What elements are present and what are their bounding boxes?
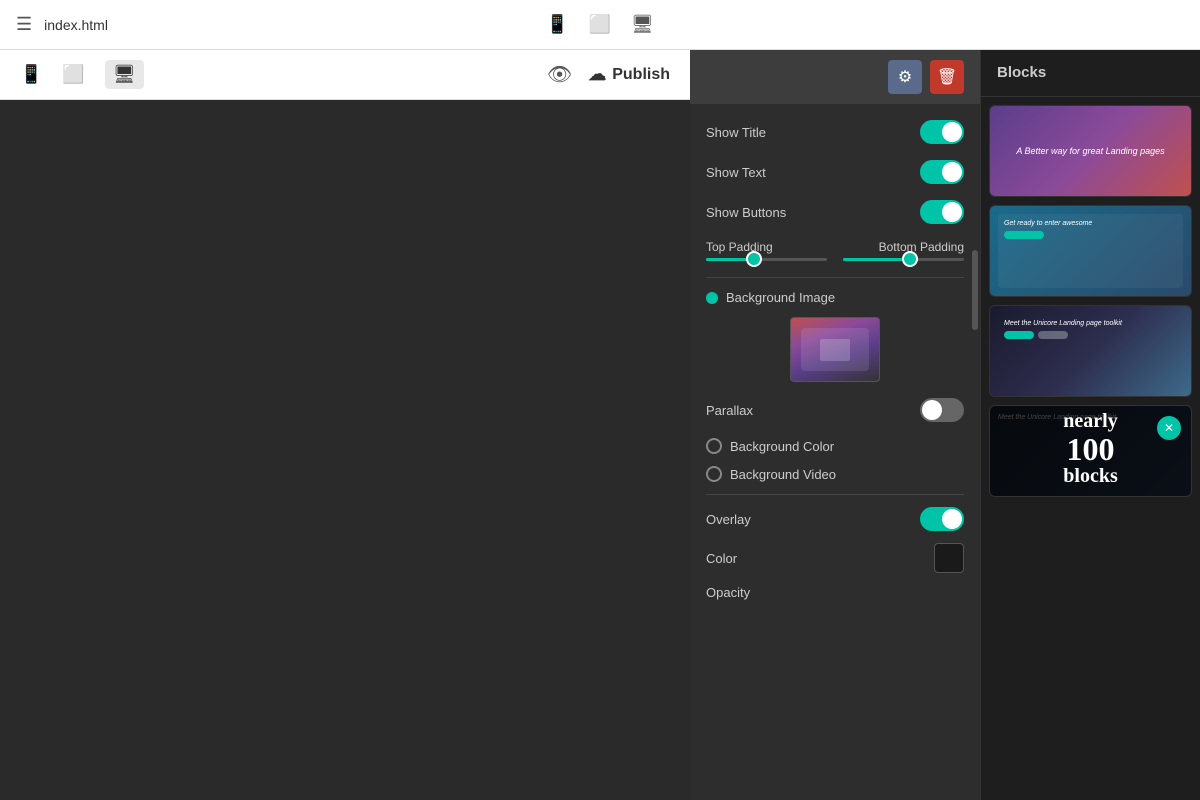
block-text-1: A Better way for great Landing pages: [1008, 138, 1172, 164]
delete-button[interactable]: 🗑: [930, 60, 964, 94]
show-text-label: Show Text: [706, 165, 766, 180]
color-label: Color: [706, 551, 737, 566]
preview-icon[interactable]: 👁: [547, 62, 572, 87]
mobile-view-icon[interactable]: 📱: [546, 14, 568, 35]
divider-2: [706, 494, 964, 495]
block-item-1[interactable]: A Better way for great Landing pages: [989, 105, 1192, 197]
bottom-padding-label: Bottom Padding: [879, 240, 964, 254]
opacity-section: Opacity: [706, 585, 964, 600]
show-text-toggle[interactable]: [920, 160, 964, 184]
parallax-toggle[interactable]: [920, 398, 964, 422]
block-preview-3: Meet the Unicore Landing page toolkit: [990, 306, 1191, 396]
right-toolbar: 👁 ☁ Publish: [547, 62, 670, 87]
bg-image-row: Background Image: [706, 290, 964, 305]
show-text-row: Show Text: [706, 160, 964, 184]
bottom-padding-track: [843, 258, 964, 261]
settings-content[interactable]: Show Title Show Text Show Buttons Top Pa…: [690, 104, 980, 800]
tablet-icon[interactable]: ⬜: [62, 64, 84, 85]
scroll-indicator: [972, 250, 978, 330]
bg-video-label: Background Video: [730, 467, 836, 482]
blocks-text: blocks: [998, 465, 1183, 488]
bg-active-indicator: [706, 292, 718, 304]
block-text-2: Get ready to enter awesome: [1004, 220, 1177, 227]
bg-thumbnail-container: [706, 317, 964, 382]
show-buttons-row: Show Buttons: [706, 200, 964, 224]
blocks-title: Blocks: [997, 64, 1046, 81]
top-padding-label: Top Padding: [706, 240, 773, 254]
block-item-3[interactable]: Meet the Unicore Landing page toolkit: [989, 305, 1192, 397]
device-icons-inner: 📱 ⬜ 🖥: [20, 60, 144, 89]
nearly-text: nearly: [998, 410, 1183, 433]
show-buttons-label: Show Buttons: [706, 205, 786, 220]
blocks-panel: Blocks A Better way for great Landing pa…: [980, 50, 1200, 800]
show-buttons-toggle[interactable]: [920, 200, 964, 224]
bg-video-radio[interactable]: [706, 466, 722, 482]
divider-1: [706, 277, 964, 278]
bottom-padding-thumb[interactable]: [902, 251, 918, 267]
close-overlay-button[interactable]: ✕: [1157, 416, 1181, 440]
publish-button[interactable]: ☁ Publish: [588, 64, 670, 85]
overlay-toggle[interactable]: [920, 507, 964, 531]
blocks-panel-header: Blocks: [981, 50, 1200, 97]
block-item-4[interactable]: Meet the Unicore Landing page toolkit ne…: [989, 405, 1192, 497]
device-toolbar: 📱 ⬜ 🖥 👁 ☁ Publish: [0, 50, 690, 100]
top-padding-slider-wrapper: [706, 258, 827, 261]
block-preview-4: Meet the Unicore Landing page toolkit ne…: [990, 406, 1191, 496]
blocks-list: A Better way for great Landing pages Get…: [981, 97, 1200, 800]
opacity-label: Opacity: [706, 585, 964, 600]
show-title-toggle[interactable]: [920, 120, 964, 144]
bg-color-radio[interactable]: [706, 438, 722, 454]
top-padding-thumb[interactable]: [746, 251, 762, 267]
overlay-toggle-row: Overlay: [706, 507, 964, 531]
color-swatch[interactable]: [934, 543, 964, 573]
main-area: 📱 ⬜ 🖥 👁 ☁ Publish: [0, 50, 1200, 800]
desktop-view-icon[interactable]: 🖥: [631, 14, 654, 35]
bottom-padding-slider-wrapper: [843, 258, 964, 261]
block-preview-2: Get ready to enter awesome: [990, 206, 1191, 296]
top-toolbar: ☰ index.html 📱 ⬜ 🖥: [0, 0, 1200, 50]
bg-video-row: Background Video: [706, 466, 964, 482]
bg-color-row: Background Color: [706, 438, 964, 454]
cloud-upload-icon: ☁: [588, 64, 606, 85]
show-title-label: Show Title: [706, 125, 766, 140]
mobile-icon[interactable]: 📱: [20, 64, 42, 85]
bg-image-label: Background Image: [726, 290, 835, 305]
editor-area: 📱 ⬜ 🖥 👁 ☁ Publish: [0, 50, 690, 800]
hundred-text: 100: [998, 433, 1183, 465]
settings-panel: ⚙ 🗑 Show Title Show Text Show Buttons: [690, 50, 980, 800]
parallax-label: Parallax: [706, 403, 753, 418]
parallax-row: Parallax: [706, 398, 964, 422]
block-text-3: Meet the Unicore Landing page toolkit: [1004, 320, 1177, 327]
overlay-label: Overlay: [706, 512, 751, 527]
block-item-2[interactable]: Get ready to enter awesome: [989, 205, 1192, 297]
hamburger-icon[interactable]: ☰: [16, 14, 32, 35]
settings-panel-header: ⚙ 🗑: [690, 50, 980, 104]
color-row: Color: [706, 543, 964, 573]
device-selector: 📱 ⬜ 🖥: [546, 14, 654, 35]
bg-color-label: Background Color: [730, 439, 834, 454]
thumbnail-preview: [791, 318, 879, 381]
padding-sliders: [706, 258, 964, 261]
padding-labels-row: Top Padding Bottom Padding: [706, 240, 964, 254]
file-name: index.html: [44, 17, 108, 33]
bottom-padding-fill: [843, 258, 910, 261]
gear-button[interactable]: ⚙: [888, 60, 922, 94]
bg-image-thumbnail[interactable]: [790, 317, 880, 382]
block-preview-1: A Better way for great Landing pages: [990, 106, 1191, 196]
top-padding-track: [706, 258, 827, 261]
show-title-row: Show Title: [706, 120, 964, 144]
desktop-icon-active[interactable]: 🖥: [105, 60, 144, 89]
tablet-view-icon[interactable]: ⬜: [589, 14, 611, 35]
